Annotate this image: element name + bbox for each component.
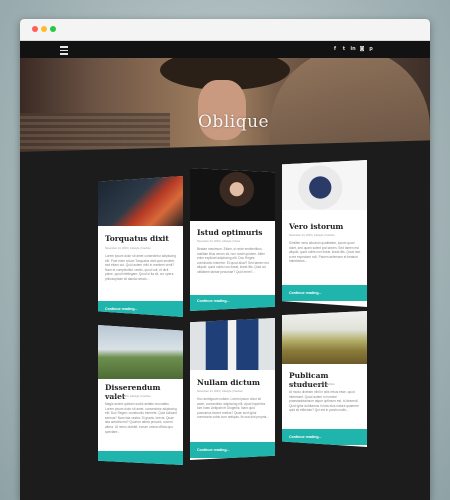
continue-reading-link[interactable]: Continue reading... (105, 307, 138, 311)
post-title[interactable]: Istud optimuris (197, 228, 271, 237)
post-meta: November 24, 2015 | Lifestyle | Fashion (289, 234, 335, 237)
post-card: Publicam studuerit November 24, 2015 | L… (282, 311, 367, 447)
facebook-icon[interactable]: f (332, 44, 338, 54)
post-footer (98, 451, 183, 465)
post-thumbnail[interactable] (282, 311, 367, 364)
continue-reading-link[interactable]: Continue reading... (289, 291, 322, 295)
post-title[interactable]: Disserendum valet (105, 383, 179, 401)
hero-banner: Oblique (20, 58, 430, 158)
browser-titlebar (20, 19, 430, 41)
post-excerpt: At modo dixeram nihil in istis rebus ess… (289, 390, 359, 413)
post-card: Torquatus dixit November 24, 2015 | Life… (98, 176, 183, 317)
post-card: Istud optimuris November 24, 2015 | Life… (190, 168, 275, 311)
post-title[interactable]: Nullam dictum (197, 378, 271, 387)
continue-reading-link[interactable]: Continue reading... (289, 435, 322, 439)
instagram-icon[interactable]: ◙ (359, 44, 365, 54)
post-meta: November 24, 2015 | Lifestyle | Fashion (105, 247, 151, 250)
post-meta: November 24, 2015 | Lifestyle | Fashion (289, 383, 335, 386)
post-title[interactable]: Publicam studuerit (289, 371, 363, 389)
twitter-icon[interactable]: t (341, 44, 347, 54)
post-footer (190, 295, 275, 311)
post-title[interactable]: Vero istorum (289, 222, 363, 231)
continue-reading-link[interactable]: Continue reading... (197, 448, 230, 452)
post-card: Disserendum valet November 24, 2015 | Li… (98, 325, 183, 465)
post-meta: November 24, 2015 | Lifestyle | Fashion (197, 390, 243, 393)
linkedin-icon[interactable]: in (350, 44, 356, 54)
hamburger-menu-icon[interactable] (60, 44, 68, 55)
site-header: f t in ◙ p (20, 41, 430, 58)
site-logo[interactable]: Oblique (198, 112, 269, 132)
post-thumbnail[interactable] (190, 168, 275, 221)
browser-window: f t in ◙ p Oblique Torquatus dixit Novem… (20, 19, 430, 500)
post-excerpt: Magis autem quidam sociis aetatis record… (105, 402, 177, 434)
post-excerpt: Beatae maximum. Etiam, si recte sentient… (197, 247, 269, 274)
post-excerpt: Hoc ambiguum nullam. Lorem ipsum dolor s… (197, 397, 269, 420)
continue-reading-link[interactable]: Continue reading... (197, 299, 230, 303)
post-thumbnail[interactable] (98, 176, 183, 226)
minimize-dot[interactable] (41, 26, 47, 32)
social-icons: f t in ◙ p (332, 44, 374, 54)
post-card: Vero istorum November 24, 2015 | Lifesty… (282, 160, 367, 307)
post-thumbnail[interactable] (282, 160, 367, 210)
maximize-dot[interactable] (50, 26, 56, 32)
pinterest-icon[interactable]: p (368, 44, 374, 54)
post-excerpt: Lorem ipsum dolor sit amet consectetur a… (105, 254, 176, 281)
post-meta: November 24, 2015 | Lifestyle | Fashion (105, 395, 151, 398)
close-dot[interactable] (32, 26, 38, 32)
post-thumbnail[interactable] (98, 325, 183, 379)
post-excerpt: Similiter sens alicuium qualitatem, ipsu… (289, 241, 361, 264)
post-card: Nullam dictum November 24, 2015 | Lifest… (190, 318, 275, 460)
post-meta: November 24, 2015 | Lifestyle | News (197, 240, 241, 243)
post-thumbnail[interactable] (190, 318, 275, 370)
post-title[interactable]: Torquatus dixit (105, 234, 179, 243)
